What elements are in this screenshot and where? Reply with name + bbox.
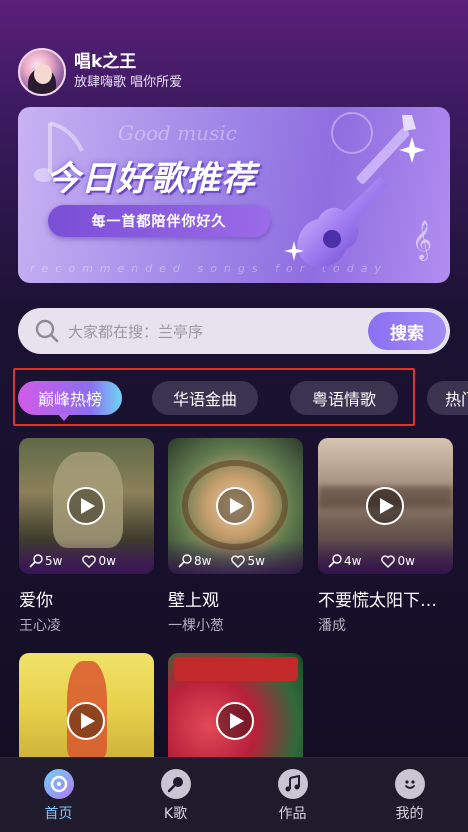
tab-popular[interactable]: 热门 [427, 381, 468, 415]
search-bar[interactable]: 大家都在搜：兰亭序 搜索 [18, 308, 450, 354]
song-title: 壁上观 [168, 591, 219, 611]
nav-home-label: 首页 [44, 806, 73, 822]
tab-mandarin-hits[interactable]: 华语金曲 [152, 381, 258, 415]
smile-icon [394, 769, 425, 799]
mic-count: 5w [29, 554, 62, 568]
play-icon[interactable] [366, 487, 404, 525]
nav-home[interactable]: 首页 [0, 758, 117, 832]
microphone-icon [178, 554, 192, 568]
song-cover[interactable]: 4w 0w [318, 438, 453, 574]
mic-count: 8w [178, 554, 211, 568]
svg-text:𝄞: 𝄞 [412, 220, 432, 261]
heart-icon [231, 554, 246, 568]
microphone-icon [328, 554, 342, 568]
banner-subtitle: 每一首都陪伴你好久 [48, 205, 270, 237]
nav-works[interactable]: 作品 [234, 758, 351, 832]
heart-icon [82, 554, 97, 568]
song-title: 爱你 [19, 591, 53, 611]
song-cover[interactable] [168, 653, 303, 757]
heart-icon [381, 554, 396, 568]
nav-karaoke-label: K歌 [163, 806, 188, 822]
play-icon[interactable] [67, 702, 105, 740]
tab-cantonese-love[interactable]: 粤语情歌 [290, 381, 398, 415]
microphone-icon [160, 769, 191, 799]
song-card[interactable]: 4w 0w 不要慌太阳下… 潘成 [318, 438, 453, 635]
search-input[interactable]: 大家都在搜：兰亭序 [68, 321, 368, 342]
song-cover[interactable]: 5w 0w [19, 438, 154, 574]
search-button[interactable]: 搜索 [368, 312, 446, 350]
user-slogan: 放肆嗨歌 唱你所爱 [74, 75, 183, 90]
song-artist: 一棵小葱 [168, 618, 224, 634]
music-disc-icon [43, 769, 74, 799]
nav-karaoke[interactable]: K歌 [117, 758, 234, 832]
recommend-banner[interactable]: Good music 今日好歌推荐 每一首都陪伴你好久 recommended … [18, 107, 450, 283]
song-cover[interactable]: 8w 5w [168, 438, 303, 574]
song-card[interactable]: 5w 0w 爱你 王心凌 [19, 438, 154, 635]
like-count: 5w [231, 554, 265, 568]
play-icon[interactable] [67, 487, 105, 525]
banner-title: 今日好歌推荐 [46, 159, 256, 199]
like-count: 0w [381, 554, 415, 568]
song-title: 不要慌太阳下… [318, 591, 437, 611]
song-artist: 潘成 [318, 618, 346, 634]
music-note-icon [277, 769, 308, 799]
play-icon[interactable] [216, 487, 254, 525]
tab-peak-hot[interactable]: 巅峰热榜 [18, 381, 122, 415]
song-card[interactable] [168, 653, 303, 757]
nav-works-label: 作品 [278, 806, 307, 822]
like-count: 0w [82, 554, 116, 568]
user-name: 唱k之王 [74, 52, 137, 72]
song-card[interactable] [19, 653, 154, 757]
avatar[interactable] [18, 48, 66, 96]
guitar-icon: 𝄞 [284, 112, 432, 268]
song-card[interactable]: 8w 5w 壁上观 一棵小葱 [168, 438, 303, 635]
song-artist: 王心凌 [19, 618, 61, 634]
user-header: 唱k之王 放肆嗨歌 唱你所爱 [18, 48, 182, 96]
nav-mine-label: 我的 [395, 806, 424, 822]
banner-bg-text: Good music [118, 121, 237, 145]
song-cover[interactable] [19, 653, 154, 757]
nav-mine[interactable]: 我的 [351, 758, 468, 832]
bottom-nav: 首页 K歌 作品 我的 [0, 757, 468, 832]
microphone-icon [29, 554, 43, 568]
mic-count: 4w [328, 554, 361, 568]
tab-pointer [58, 414, 70, 421]
search-icon [35, 319, 59, 343]
play-icon[interactable] [216, 702, 254, 740]
